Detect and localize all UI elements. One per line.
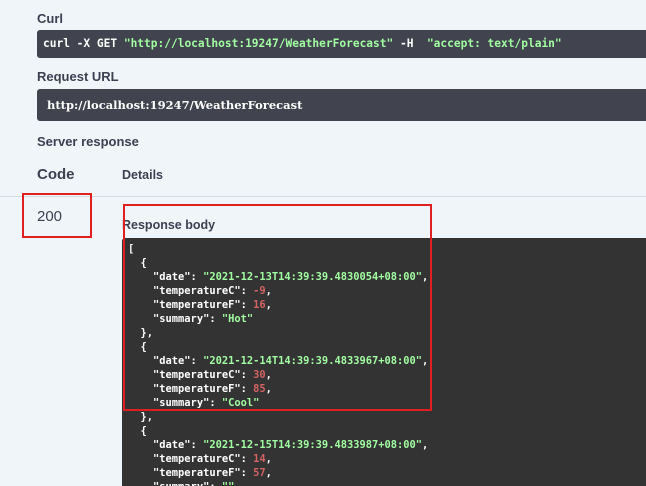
curl-label: Curl [37,11,63,26]
request-url-value: http://localhost:19247/WeatherForecast [47,98,303,112]
json-object-open: { [128,341,147,353]
response-body[interactable]: [ { "date": "2021-12-13T14:39:39.4830054… [122,238,646,486]
json-date-line: "date": "2021-12-13T14:39:39.4830054+08:… [128,271,429,283]
json-object-close: }, [128,411,154,423]
curl-url: "http://localhost:19247/WeatherForecast" [123,37,394,50]
status-code: 200 [37,208,63,225]
json-object-close: }, [128,327,154,339]
json-temperaturef-line: "temperatureF": 57, [128,467,272,479]
json-object-open: { [128,425,147,437]
code-column-header: Code [37,166,75,183]
curl-command-prefix: curl -X GET [43,37,124,50]
responses-table-header [0,160,646,197]
json-temperaturef-line: "temperatureF": 16, [128,299,272,311]
json-open-bracket: [ [128,243,135,255]
curl-header-flag: -H [393,37,427,50]
details-column-header: Details [122,168,163,182]
json-temperaturef-line: "temperatureF": 85, [128,383,272,395]
curl-header-value: "accept: text/plain" [426,37,562,50]
json-summary-line: "summary": "Cool" [128,397,260,409]
json-date-line: "date": "2021-12-15T14:39:39.4833987+08:… [128,439,429,451]
json-date-line: "date": "2021-12-14T14:39:39.4833967+08:… [128,355,429,367]
response-body-label: Response body [122,218,216,232]
json-summary-line: "summary": "Hot" [128,313,254,325]
curl-command-box[interactable]: curl -X GET "http://localhost:19247/Weat… [37,30,646,58]
json-temperaturec-line: "temperatureC": -9, [128,285,272,297]
json-temperaturec-line: "temperatureC": 14, [128,453,272,465]
json-object-open: { [128,257,147,269]
json-summary-line: "summary": "" [128,480,640,486]
server-response-label: Server response [37,134,139,149]
request-url-box[interactable]: http://localhost:19247/WeatherForecast [37,89,646,121]
request-url-label: Request URL [37,69,119,84]
json-temperaturec-line: "temperatureC": 30, [128,369,272,381]
